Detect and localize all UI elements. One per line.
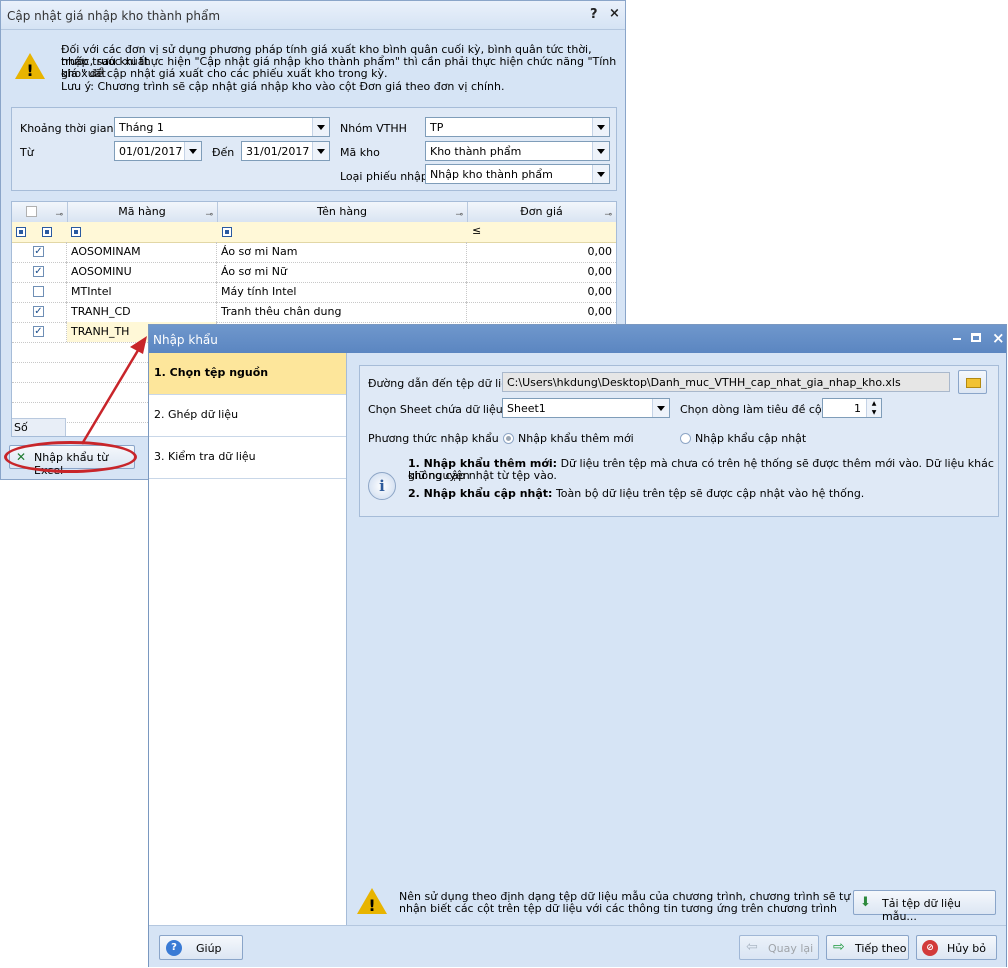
button-bar: ? Giúp ⇦ Quay lại ⇨ Tiếp theo ⊘ Hủy bỏ <box>149 925 1006 967</box>
info-line-3: 2. Nhập khẩu cập nhật: Toàn bộ dữ liệu t… <box>408 488 864 500</box>
step-map-data[interactable]: 2. Ghép dữ liệu <box>149 395 346 437</box>
arrow-left-icon: ⇦ <box>746 939 758 955</box>
path-input[interactable]: C:\Users\hkdung\Desktop\Danh_muc_VTHH_ca… <box>502 372 950 392</box>
cancel-button[interactable]: ⊘ Hủy bỏ <box>916 935 997 960</box>
chevron-down-icon[interactable] <box>652 399 669 417</box>
download-icon: ⬇ <box>860 895 871 910</box>
info-line-2: không cập nhật từ tệp vào. <box>408 469 557 482</box>
stepper-down-icon[interactable]: ▼ <box>866 408 881 417</box>
help-icon: ? <box>166 940 182 956</box>
info-icon: i <box>368 472 396 500</box>
step-check-data[interactable]: 3. Kiểm tra dữ liệu <box>149 437 346 479</box>
header-row-stepper[interactable]: 1 ▲ ▼ <box>822 398 882 418</box>
source-panel: Đường dẫn đến tệp dữ liệu C:\Users\hkdun… <box>359 365 999 517</box>
browse-folder-button[interactable] <box>958 370 987 394</box>
import-window: Nhập khẩu × 1. Chọn tệp nguồn 2. Ghép dữ… <box>148 324 1007 967</box>
back-button[interactable]: ⇦ Quay lại <box>739 935 819 960</box>
info2-title: 2. Nhập khẩu cập nhật: <box>408 487 553 500</box>
stepper-up-icon[interactable]: ▲ <box>866 399 881 408</box>
arrow-right-icon: ⇨ <box>833 939 845 955</box>
radio-import-new[interactable] <box>503 433 514 444</box>
title-bar: Nhập khẩu × <box>149 325 1006 353</box>
help-label: Giúp <box>196 942 222 955</box>
step-choose-source[interactable]: 1. Chọn tệp nguồn <box>149 353 346 395</box>
info2-text: Toàn bộ dữ liệu trên tệp sẽ được cập nhậ… <box>552 487 865 500</box>
method-label: Phương thức nhập khẩu <box>368 432 499 445</box>
tip-strip: ! Nên sử dụng theo định dạng tệp dữ liệu… <box>347 880 1006 925</box>
path-value: C:\Users\hkdung\Desktop\Danh_muc_VTHH_ca… <box>507 376 901 389</box>
warning-icon: ! <box>357 888 387 915</box>
minimize-icon[interactable] <box>953 338 961 340</box>
window-title: Nhập khẩu <box>153 333 218 347</box>
download-template-button[interactable]: ⬇ Tải tệp dữ liệu mẫu... <box>853 890 996 923</box>
import-update-label: Nhập khẩu cập nhật <box>695 432 807 445</box>
cancel-icon: ⊘ <box>922 940 938 956</box>
help-button[interactable]: ? Giúp <box>159 935 243 960</box>
next-button[interactable]: ⇨ Tiếp theo <box>826 935 909 960</box>
header-row-label: Chọn dòng làm tiêu đề cột <box>680 403 826 416</box>
header-row-value: 1 <box>854 402 861 415</box>
maximize-icon[interactable] <box>971 333 981 342</box>
download-template-label: Tải tệp dữ liệu mẫu... <box>882 897 961 923</box>
sheet-select[interactable]: Sheet1 <box>502 398 670 418</box>
import-new-label: Nhập khẩu thêm mới <box>518 432 634 445</box>
steps-sidebar: 1. Chọn tệp nguồn 2. Ghép dữ liệu 3. Kiể… <box>149 353 347 925</box>
back-label: Quay lại <box>768 942 814 955</box>
cancel-label: Hủy bỏ <box>947 942 986 955</box>
tip-line-2: nhận biết các cột trên tệp dữ liệu với c… <box>399 902 838 915</box>
sheet-label: Chọn Sheet chứa dữ liệu <box>368 403 503 416</box>
radio-import-update[interactable] <box>680 433 691 444</box>
sheet-value: Sheet1 <box>507 402 546 415</box>
next-label: Tiếp theo <box>855 942 907 955</box>
path-label: Đường dẫn đến tệp dữ liệu <box>368 377 515 390</box>
folder-icon <box>966 378 981 388</box>
close-icon[interactable]: × <box>992 329 1005 347</box>
